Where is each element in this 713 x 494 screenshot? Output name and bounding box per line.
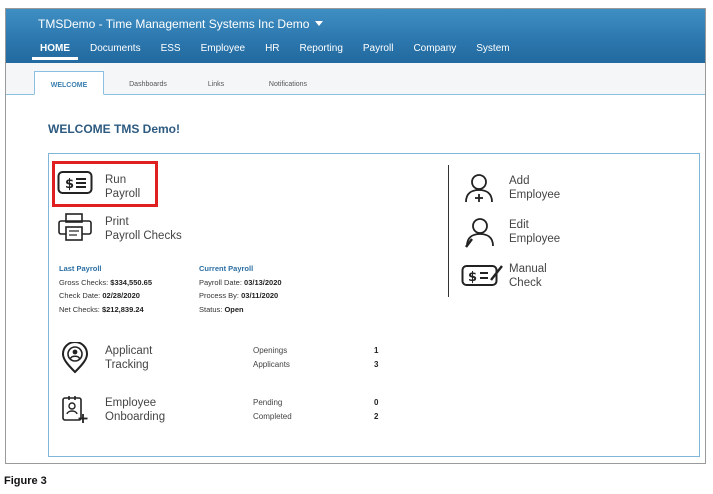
- payroll-check-icon: $: [57, 171, 93, 194]
- applicant-tracking-button[interactable]: [61, 342, 89, 374]
- nav-ess[interactable]: ESS: [161, 41, 181, 60]
- current-payroll-heading: Current Payroll: [199, 264, 254, 273]
- nav-employee[interactable]: Employee: [201, 41, 245, 60]
- onboarding-metric-values: 0 2: [374, 396, 378, 424]
- onboarding-metric-labels: Pending Completed: [253, 396, 292, 424]
- employee-onboarding-button[interactable]: [61, 394, 89, 424]
- pending-label: Pending: [253, 398, 283, 407]
- edit-employee-button[interactable]: [463, 216, 495, 248]
- tab-notifications[interactable]: Notifications: [256, 71, 320, 95]
- process-by-row: Process By: 03/11/2020: [199, 291, 279, 300]
- last-payroll-stats: Last Payroll Gross Checks: $334,550.65 C…: [59, 262, 152, 316]
- manual-check-icon: $: [461, 265, 503, 286]
- nav-documents[interactable]: Documents: [90, 41, 141, 60]
- company-switcher[interactable]: TMSDemo - Time Management Systems Inc De…: [38, 17, 324, 31]
- completed-label: Completed: [253, 412, 292, 421]
- applicant-metric-labels: Openings Applicants: [253, 344, 290, 372]
- status-row: Status: Open: [199, 304, 244, 314]
- top-header: TMSDemo - Time Management Systems Inc De…: [6, 9, 705, 63]
- applicant-tracking-label[interactable]: Applicant Tracking: [105, 344, 152, 372]
- add-person-icon: [465, 174, 493, 203]
- last-payroll-heading: Last Payroll: [59, 264, 102, 273]
- pending-value: 0: [374, 398, 379, 407]
- edit-employee-label[interactable]: Edit Employee: [509, 218, 560, 246]
- main-nav: HOME Documents ESS Employee HR Reporting…: [32, 41, 530, 60]
- manual-check-button[interactable]: $: [461, 264, 505, 288]
- print-checks-label[interactable]: Print Payroll Checks: [105, 215, 182, 243]
- edit-person-icon: [465, 218, 494, 248]
- nav-company[interactable]: Company: [413, 41, 456, 60]
- run-payroll-label[interactable]: Run Payroll: [105, 173, 140, 201]
- app-window: TMSDemo - Time Management Systems Inc De…: [5, 8, 706, 464]
- manual-check-label[interactable]: Manual Check: [509, 262, 547, 290]
- add-employee-label[interactable]: Add Employee: [509, 174, 560, 202]
- applicants-value: 3: [374, 360, 379, 369]
- nav-home[interactable]: HOME: [32, 41, 78, 60]
- openings-value: 1: [374, 346, 379, 355]
- nav-system[interactable]: System: [476, 41, 509, 60]
- svg-text:$: $: [468, 270, 477, 285]
- figure-caption: Figure 3: [4, 475, 47, 487]
- print-checks-button[interactable]: [57, 212, 93, 242]
- completed-value: 2: [374, 412, 379, 421]
- check-date-row: Check Date: 02/28/2020: [59, 291, 140, 300]
- nav-payroll[interactable]: Payroll: [363, 41, 394, 60]
- nav-hr[interactable]: HR: [265, 41, 279, 60]
- location-person-icon: [61, 342, 89, 374]
- svg-text:$: $: [65, 177, 74, 192]
- applicants-label: Applicants: [253, 360, 290, 369]
- nav-reporting[interactable]: Reporting: [300, 41, 343, 60]
- employee-onboarding-label[interactable]: Employee Onboarding: [105, 396, 165, 424]
- chevron-down-icon: [315, 21, 324, 26]
- add-employee-button[interactable]: [463, 172, 495, 204]
- gross-checks-row: Gross Checks: $334,550.65: [59, 277, 152, 287]
- net-checks-row: Net Checks: $212,839.24: [59, 304, 144, 314]
- tab-links[interactable]: Links: [196, 71, 236, 95]
- run-payroll-button[interactable]: $: [57, 170, 93, 196]
- divider: [448, 165, 449, 297]
- applicant-metric-values: 1 3: [374, 344, 378, 372]
- payroll-date-row: Payroll Date: 03/13/2020: [199, 277, 282, 287]
- tab-dashboards[interactable]: Dashboards: [116, 71, 180, 95]
- page-title: WELCOME TMS Demo!: [48, 122, 180, 136]
- tab-welcome[interactable]: WELCOME: [34, 71, 104, 95]
- printer-icon: [58, 213, 92, 241]
- dashboard-card: $ RunPayroll PrintPayroll Checks Last: [48, 153, 700, 457]
- sub-tabs: WELCOME Dashboards Links Notifications: [6, 63, 705, 95]
- onboarding-badge-icon: [62, 396, 88, 423]
- openings-label: Openings: [253, 346, 288, 355]
- current-payroll-stats: Current Payroll Payroll Date: 03/13/2020…: [199, 262, 282, 316]
